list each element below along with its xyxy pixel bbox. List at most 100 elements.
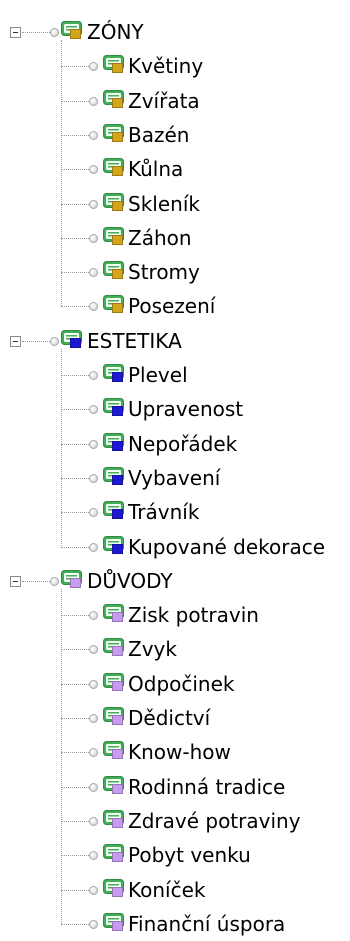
tree-item-kupovane-dekorace[interactable]: Kupované dekorace xyxy=(128,534,325,560)
tree-item-bazen[interactable]: Bazén xyxy=(128,122,189,148)
tree-item-stromy[interactable]: Stromy xyxy=(128,259,200,285)
node-bullet-icon xyxy=(89,611,98,621)
color-swatch xyxy=(112,63,123,74)
node-bullet-icon xyxy=(89,679,98,689)
tree-connector xyxy=(22,340,50,342)
node-bullet-icon xyxy=(89,165,98,175)
tree-connector xyxy=(61,237,89,239)
color-swatch xyxy=(112,715,123,725)
tree-connector xyxy=(61,477,89,479)
tree-item-kulna[interactable]: Kůlna xyxy=(128,156,183,182)
node-bullet-icon xyxy=(89,302,98,312)
tree-item-pobyt-venku[interactable]: Pobyt venku xyxy=(128,842,251,868)
collapse-toggle-icon[interactable] xyxy=(10,335,21,347)
tree-connector xyxy=(61,306,89,308)
tree-item-zisk-potravin[interactable]: Zisk potravin xyxy=(128,602,259,628)
color-swatch xyxy=(70,337,81,348)
tree-connector xyxy=(22,580,50,582)
color-swatch xyxy=(112,269,123,280)
tree-group-zony[interactable]: ZÓNY xyxy=(87,19,144,45)
color-swatch xyxy=(112,303,123,314)
color-swatch xyxy=(112,474,123,485)
tree-item-vybaveni[interactable]: Vybavení xyxy=(128,465,220,491)
node-bullet-icon xyxy=(89,542,98,552)
node-bullet-icon xyxy=(89,268,98,278)
tree-connector xyxy=(61,855,89,857)
tree-item-neporadek[interactable]: Nepořádek xyxy=(128,431,237,457)
tree-item-upravenost[interactable]: Upravenost xyxy=(128,396,243,422)
node-bullet-icon xyxy=(89,439,98,449)
node-bullet-icon xyxy=(89,714,98,723)
collapse-toggle-icon[interactable] xyxy=(10,575,21,587)
tree-item-financni-uspora[interactable]: Finanční úspora xyxy=(128,911,285,937)
tree-connector xyxy=(61,169,89,171)
tree-group-estetika[interactable]: ESTETIKA xyxy=(87,328,182,354)
color-swatch xyxy=(70,577,81,588)
tree-connector xyxy=(61,752,89,754)
node-bullet-icon xyxy=(89,748,98,758)
tree-connector xyxy=(61,66,89,68)
color-swatch xyxy=(112,509,123,520)
tree-connector xyxy=(61,40,62,307)
color-swatch xyxy=(112,646,123,657)
tree-item-zdrave-potraviny[interactable]: Zdravé potraviny xyxy=(128,808,301,834)
color-swatch xyxy=(112,680,123,691)
tree-connector xyxy=(61,649,89,651)
tree-view: ZÓNY Květiny Zvířata Bazén Kůlna Skleník Záhon… xyxy=(0,0,350,941)
node-bullet-icon xyxy=(89,782,98,792)
color-swatch xyxy=(112,543,123,554)
color-swatch xyxy=(112,440,123,451)
color-swatch xyxy=(112,372,123,382)
node-bullet-icon xyxy=(50,28,59,37)
tree-connector xyxy=(61,409,89,411)
tree-connector xyxy=(61,588,62,924)
node-bullet-icon xyxy=(89,851,98,861)
node-bullet-icon xyxy=(89,233,98,243)
tree-item-travnik[interactable]: Trávník xyxy=(128,499,199,525)
color-swatch xyxy=(70,29,81,39)
tree-connector xyxy=(61,203,89,205)
tree-connector xyxy=(61,375,89,376)
node-bullet-icon xyxy=(89,199,98,209)
tree-item-know-how[interactable]: Know-how xyxy=(128,739,231,765)
tree-item-odpocinek[interactable]: Odpočinek xyxy=(128,671,234,697)
tree-item-konicek[interactable]: Koníček xyxy=(128,877,205,903)
node-bullet-icon xyxy=(89,508,98,518)
tree-item-zvyk[interactable]: Zvyk xyxy=(128,636,177,662)
tree-item-zahon[interactable]: Záhon xyxy=(128,225,192,251)
node-bullet-icon xyxy=(89,96,98,106)
color-swatch xyxy=(112,783,123,794)
tree-connector xyxy=(61,786,89,788)
color-swatch xyxy=(112,612,123,623)
tree-item-plevel[interactable]: Plevel xyxy=(128,362,188,388)
tree-item-dedictvi[interactable]: Dědictví xyxy=(128,705,210,731)
color-swatch xyxy=(112,166,123,177)
tree-item-zvirata[interactable]: Zvířata xyxy=(128,88,200,114)
tree-connector xyxy=(61,615,89,617)
tree-connector xyxy=(22,32,50,33)
node-bullet-icon xyxy=(50,576,59,586)
tree-connector xyxy=(61,718,89,719)
node-bullet-icon xyxy=(50,336,59,346)
color-swatch xyxy=(112,97,123,108)
color-swatch xyxy=(112,131,123,142)
node-bullet-icon xyxy=(89,645,98,655)
node-bullet-icon xyxy=(89,130,98,140)
node-bullet-icon xyxy=(89,62,98,72)
node-bullet-icon xyxy=(89,816,98,826)
tree-connector xyxy=(61,889,89,891)
tree-connector xyxy=(61,923,89,925)
color-swatch xyxy=(112,852,123,863)
tree-item-posezeni[interactable]: Posezení xyxy=(128,293,215,319)
tree-connector xyxy=(61,683,89,685)
color-swatch xyxy=(112,749,123,760)
color-swatch xyxy=(112,817,123,828)
tree-item-sklenik[interactable]: Skleník xyxy=(128,191,200,217)
tree-connector xyxy=(61,820,89,822)
collapse-toggle-icon[interactable] xyxy=(10,27,21,38)
tree-item-kvetiny[interactable]: Květiny xyxy=(128,53,203,79)
node-bullet-icon xyxy=(89,919,98,929)
color-swatch xyxy=(112,920,123,931)
tree-group-duvody[interactable]: DŮVODY xyxy=(87,568,173,594)
tree-item-rodinna-tradice[interactable]: Rodinná tradice xyxy=(128,774,285,800)
